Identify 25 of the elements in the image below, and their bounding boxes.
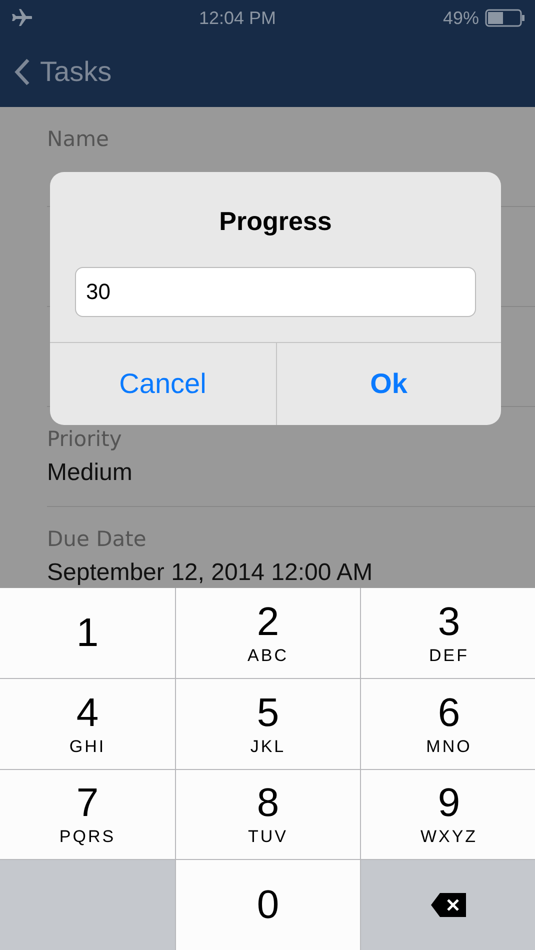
dialog-title: Progress: [218, 206, 333, 237]
battery-percentage: 49%: [442, 8, 479, 28]
keypad-key[interactable]: 0: [176, 860, 360, 950]
delete-key[interactable]: [361, 860, 535, 950]
back-button[interactable]: Tasks: [14, 56, 112, 88]
keypad-key[interactable]: 8 TUV: [176, 770, 360, 860]
keypad-key[interactable]: 9 WXYZ: [361, 770, 535, 860]
keypad-key[interactable]: 6 MNO: [361, 678, 535, 768]
backspace-icon: [430, 892, 468, 918]
field-label: Name: [47, 127, 110, 151]
field-value: September 12, 2014 12:00 AM: [47, 559, 374, 587]
keypad-key[interactable]: 5 JKL: [176, 678, 360, 768]
airplane-icon: [10, 9, 32, 27]
keypad-key[interactable]: 4 GHI: [0, 678, 175, 768]
battery-icon: [484, 9, 525, 27]
status-time: 12:04 PM: [198, 8, 276, 28]
keypad-key[interactable]: 1: [0, 588, 175, 678]
field-label: Priority: [47, 427, 123, 451]
field-value: Medium: [47, 459, 134, 487]
keypad-key[interactable]: 2 ABC: [176, 588, 360, 678]
keypad-key[interactable]: 3 DEF: [361, 588, 535, 678]
progress-input[interactable]: 30: [75, 267, 476, 317]
chevron-left-icon: [14, 58, 30, 86]
keypad-key[interactable]: 7 PQRS: [0, 770, 175, 860]
field-label: Due Date: [47, 527, 148, 551]
